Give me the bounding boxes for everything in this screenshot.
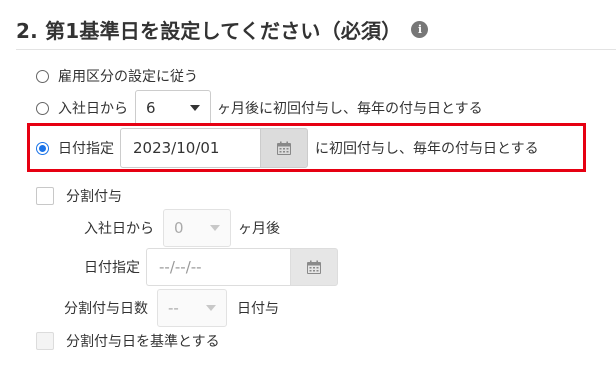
option-date-specified-label: 日付指定	[58, 141, 114, 157]
section-title: 2. 第1基準日を設定してください（必須）	[16, 18, 402, 43]
calendar-icon	[277, 141, 291, 155]
option-date-specified-suffix: に初回付与し、毎年の付与日とする	[315, 141, 539, 157]
chevron-down-icon	[206, 305, 216, 311]
split-date-input[interactable]: --/--/--	[146, 248, 290, 286]
radio-months-after-hire[interactable]	[36, 101, 49, 115]
split-date-placeholder: --/--/--	[159, 258, 202, 276]
split-months-value: 0	[174, 219, 184, 237]
split-date-label: 日付指定	[84, 260, 140, 276]
split-calendar-button[interactable]	[290, 248, 338, 286]
date-specified-input[interactable]: 2023/10/01	[120, 128, 260, 168]
radio-employment-category[interactable]	[36, 69, 49, 83]
split-months-row: 入社日から 0 ヶ月後	[84, 209, 280, 247]
split-base-option[interactable]: 分割付与日を基準とする	[36, 331, 220, 351]
split-days-select[interactable]: --	[157, 289, 227, 327]
chevron-down-icon	[210, 225, 220, 231]
option-employment-category-label: 雇用区分の設定に従う	[58, 69, 198, 85]
months-after-hire-value: 6	[146, 99, 156, 117]
option-date-specified[interactable]: 日付指定 2023/10/01 に初回付与し、毎年の付与日とする	[36, 128, 539, 168]
info-icon[interactable]: i	[411, 20, 429, 38]
section-header: 2. 第1基準日を設定してください（必須） i	[16, 14, 429, 44]
split-grant-label: 分割付与	[66, 189, 122, 205]
split-days-suffix: 日付与	[237, 301, 279, 317]
calendar-button[interactable]	[260, 128, 308, 168]
split-days-value: --	[168, 299, 179, 317]
option-employment-category[interactable]: 雇用区分の設定に従う	[36, 66, 198, 86]
option-months-suffix: ヶ月後に初回付与し、毎年の付与日とする	[217, 101, 483, 117]
split-days-label: 分割付与日数	[64, 301, 148, 317]
option-months-after-hire[interactable]: 入社日から 6 ヶ月後に初回付与し、毎年の付与日とする	[36, 90, 483, 126]
split-base-label: 分割付与日を基準とする	[66, 334, 220, 350]
split-date-field[interactable]: --/--/--	[146, 248, 338, 286]
split-months-select[interactable]: 0	[163, 209, 231, 247]
split-base-checkbox[interactable]	[36, 332, 54, 350]
split-date-row: 日付指定 --/--/--	[84, 248, 338, 286]
chevron-down-icon	[190, 105, 200, 111]
date-specified-value: 2023/10/01	[133, 139, 220, 157]
section-divider	[16, 49, 616, 50]
calendar-icon	[307, 260, 321, 274]
split-days-row: 分割付与日数 -- 日付与	[64, 289, 279, 327]
months-after-hire-select[interactable]: 6	[135, 90, 211, 126]
option-months-prefix: 入社日から	[58, 101, 128, 117]
date-specified-field[interactable]: 2023/10/01	[120, 128, 308, 168]
split-months-prefix: 入社日から	[84, 221, 154, 237]
split-grant-checkbox[interactable]	[36, 187, 54, 205]
radio-date-specified[interactable]	[36, 141, 49, 155]
split-months-suffix: ヶ月後	[238, 221, 280, 237]
split-grant-option[interactable]: 分割付与	[36, 186, 122, 206]
